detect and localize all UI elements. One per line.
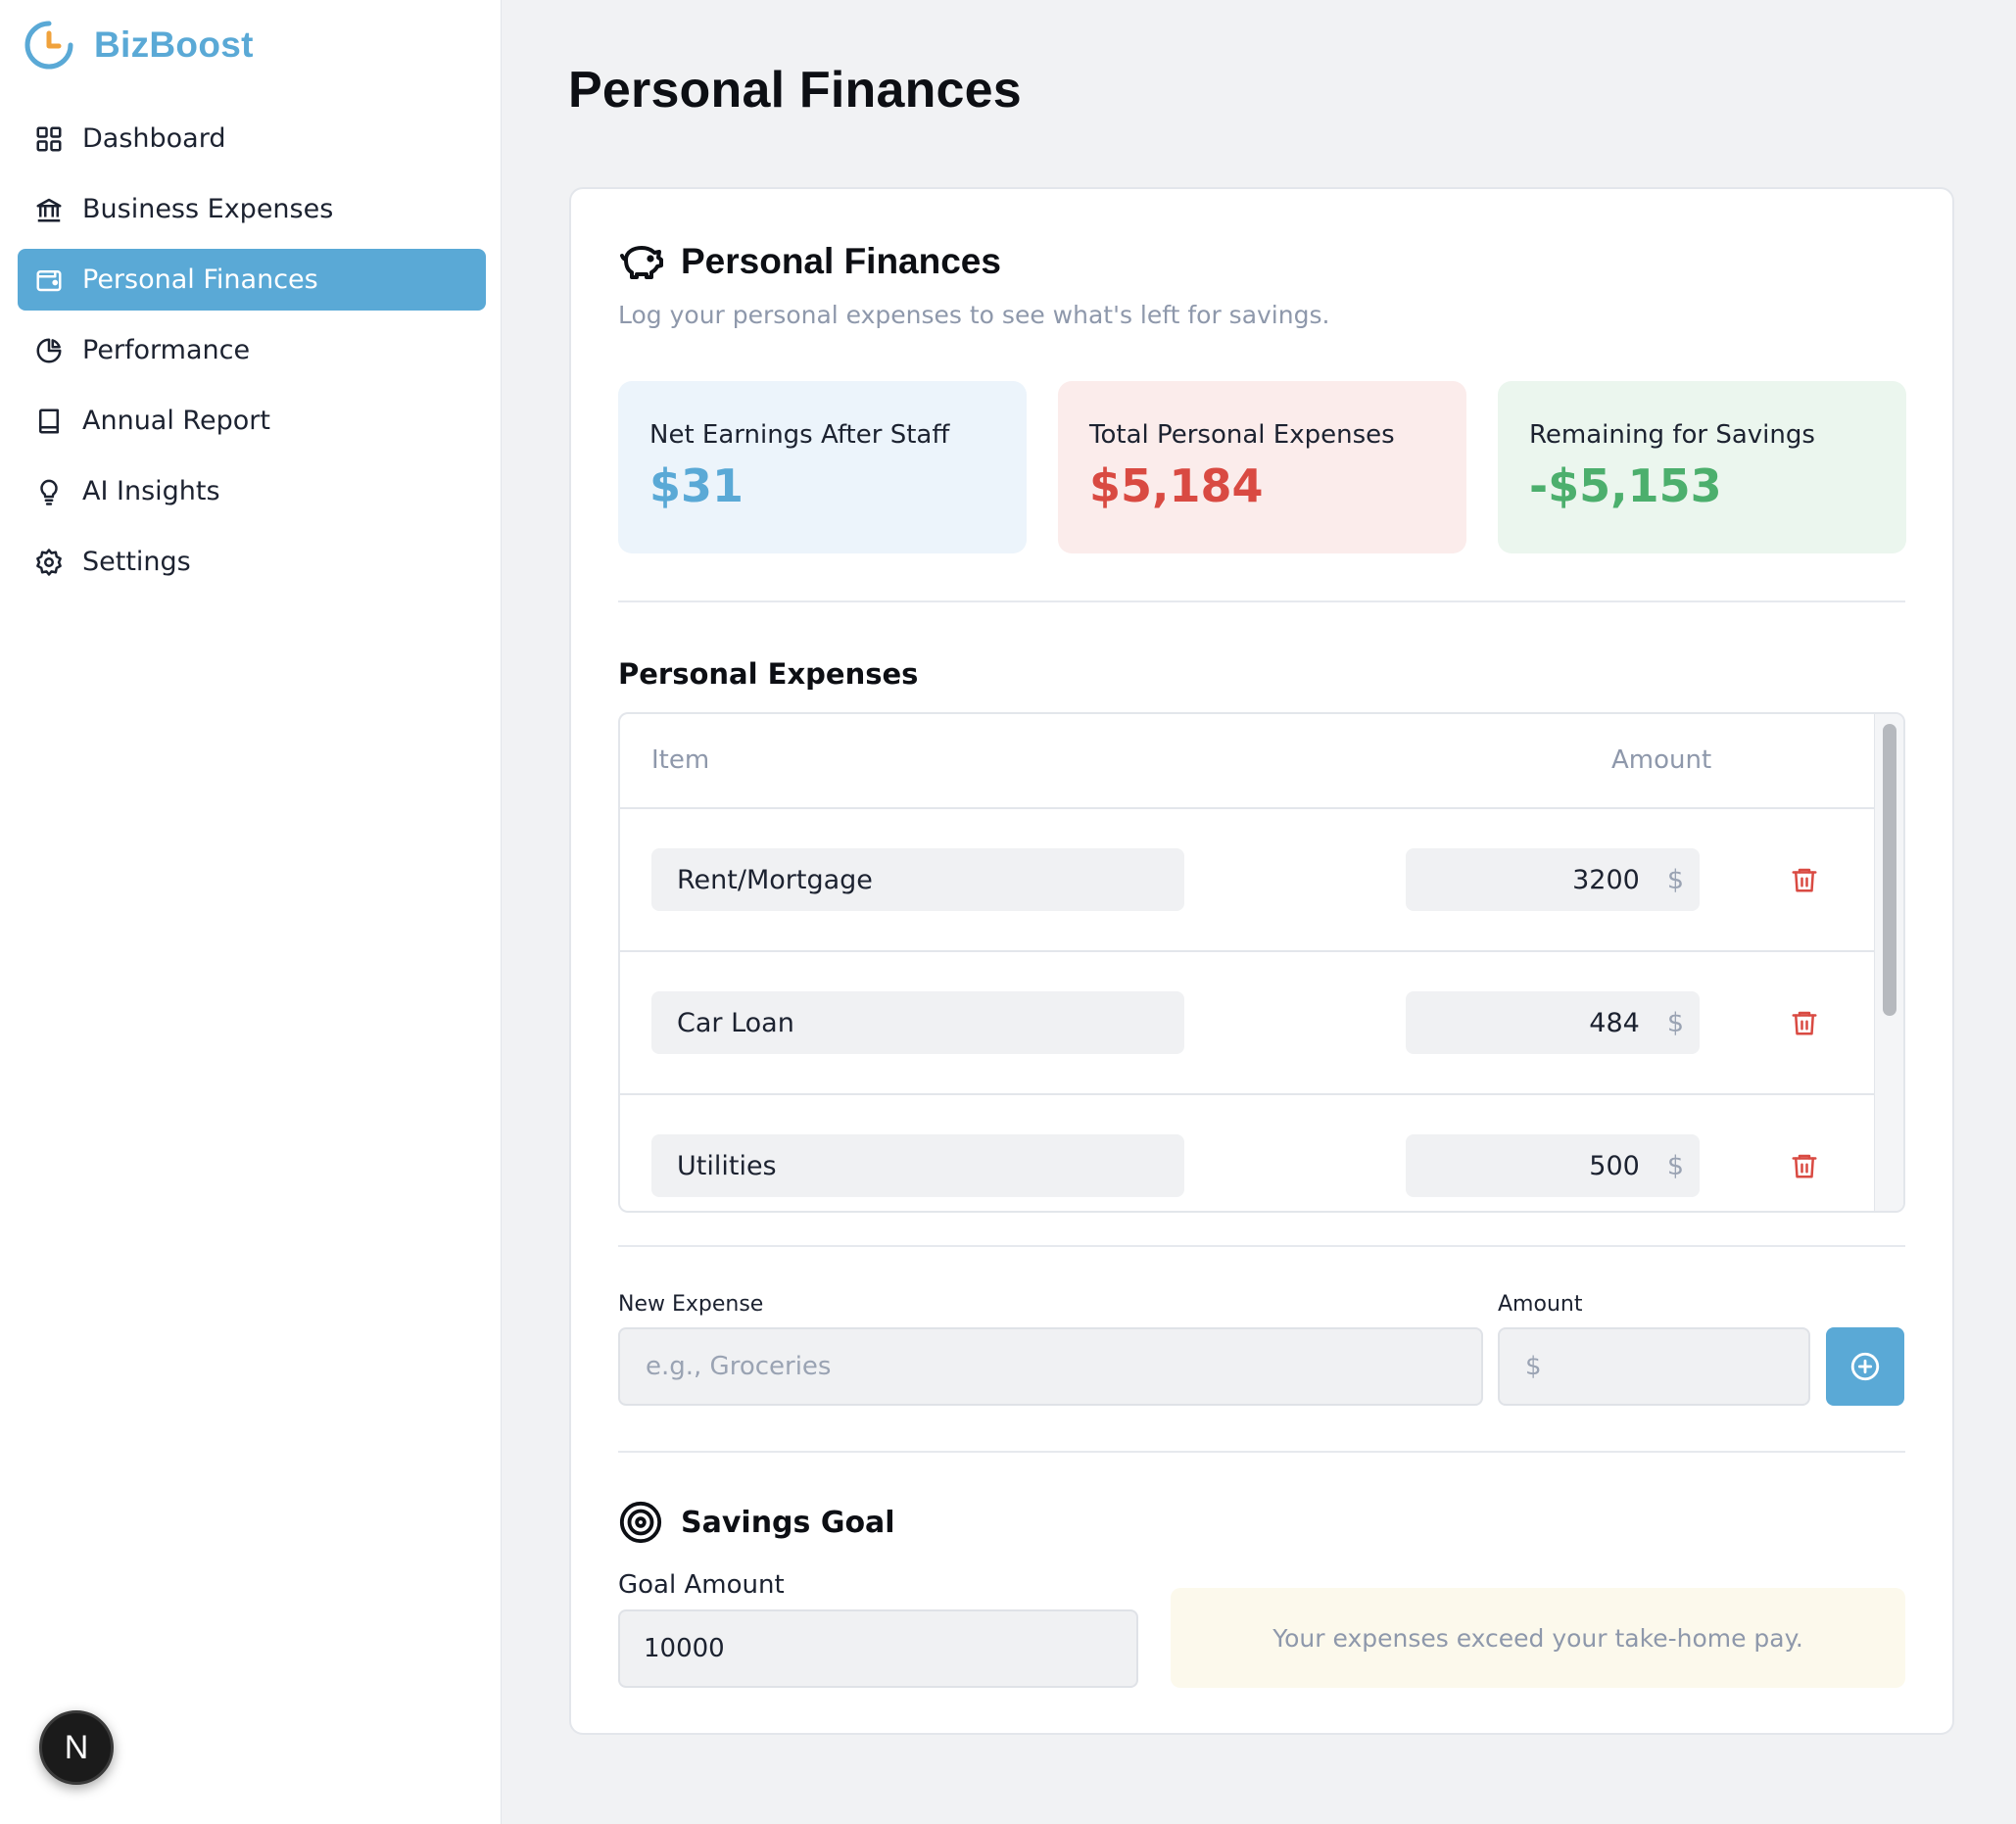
trash-icon bbox=[1792, 868, 1817, 892]
pie-chart-icon bbox=[33, 335, 65, 366]
card-subtitle: Log your personal expenses to see what's… bbox=[618, 301, 1330, 329]
stat-label: Remaining for Savings bbox=[1529, 420, 1815, 450]
sidebar-item-business-expenses[interactable]: Business Expenses bbox=[18, 178, 486, 240]
trash-icon bbox=[1792, 1154, 1817, 1178]
personal-finances-card: Personal Finances Log your personal expe… bbox=[569, 187, 1954, 1735]
sidebar-item-performance[interactable]: Performance bbox=[18, 319, 486, 381]
new-expense-input[interactable] bbox=[618, 1327, 1483, 1406]
stat-value: $31 bbox=[649, 459, 744, 512]
delete-button[interactable] bbox=[1790, 864, 1821, 897]
next-dev-badge[interactable]: N bbox=[39, 1710, 114, 1785]
divider bbox=[618, 1245, 1905, 1247]
sidebar-item-label: Personal Finances bbox=[82, 264, 318, 295]
table-scrollbar[interactable] bbox=[1874, 714, 1903, 1211]
sidebar-item-label: Annual Report bbox=[82, 406, 270, 436]
savings-warning-message: Your expenses exceed your take-home pay. bbox=[1171, 1588, 1905, 1688]
sidebar-item-dashboard[interactable]: Dashboard bbox=[18, 108, 486, 169]
amount-value: 500 bbox=[1589, 1150, 1640, 1181]
sidebar-item-label: AI Insights bbox=[82, 476, 220, 506]
sidebar-item-label: Business Expenses bbox=[82, 194, 334, 224]
sidebar-item-label: Settings bbox=[82, 547, 191, 577]
currency-symbol: $ bbox=[1666, 1150, 1684, 1181]
expense-amount-input[interactable]: 484 $ bbox=[1406, 991, 1700, 1054]
gear-icon bbox=[33, 547, 65, 578]
target-icon bbox=[619, 1501, 662, 1544]
divider bbox=[618, 1451, 1905, 1453]
logo[interactable]: BizBoost bbox=[22, 16, 254, 74]
stat-remaining-savings: Remaining for Savings -$5,153 bbox=[1498, 381, 1906, 553]
grid-icon bbox=[33, 123, 65, 155]
column-header-amount: Amount bbox=[1611, 745, 1712, 775]
currency-symbol: $ bbox=[1666, 864, 1684, 895]
goal-amount-input[interactable] bbox=[618, 1609, 1138, 1688]
sidebar-nav: Dashboard Business Expenses Personal Fin… bbox=[18, 108, 486, 601]
sidebar-item-label: Performance bbox=[82, 335, 251, 365]
clock-logo-icon bbox=[24, 21, 73, 70]
stat-label: Net Earnings After Staff bbox=[649, 420, 950, 450]
divider bbox=[618, 600, 1905, 602]
piggy-bank-icon bbox=[620, 246, 663, 279]
savings-goal-title: Savings Goal bbox=[681, 1505, 895, 1540]
expenses-table: Item Amount Rent/Mortgage 3200 $ Car Loa… bbox=[618, 712, 1905, 1213]
lightbulb-icon bbox=[33, 476, 65, 507]
table-header: Item Amount bbox=[620, 714, 1876, 809]
amount-value: 484 bbox=[1589, 1007, 1640, 1038]
column-header-item: Item bbox=[651, 745, 710, 775]
savings-goal-header: Savings Goal bbox=[618, 1500, 895, 1545]
expense-name-input[interactable]: Rent/Mortgage bbox=[651, 848, 1184, 911]
stat-value: -$5,153 bbox=[1529, 459, 1722, 512]
stat-total-personal-expenses: Total Personal Expenses $5,184 bbox=[1058, 381, 1466, 553]
new-expense-label: New Expense bbox=[618, 1292, 764, 1317]
card-header: Personal Finances bbox=[618, 238, 1001, 285]
delete-button[interactable] bbox=[1790, 1150, 1821, 1183]
app-window: BizBoost Dashboard Business Expenses Per… bbox=[0, 0, 2016, 1824]
book-icon bbox=[33, 406, 65, 437]
table-row: Rent/Mortgage 3200 $ bbox=[620, 809, 1876, 952]
table-row: Car Loan 484 $ bbox=[620, 952, 1876, 1095]
sidebar-item-label: Dashboard bbox=[82, 123, 226, 154]
new-amount-input[interactable] bbox=[1498, 1327, 1810, 1406]
amount-value: 3200 bbox=[1572, 864, 1640, 895]
currency-symbol: $ bbox=[1666, 1007, 1684, 1038]
app-name: BizBoost bbox=[94, 24, 254, 65]
goal-amount-label: Goal Amount bbox=[618, 1570, 785, 1600]
table-row: Utilities 500 $ bbox=[620, 1095, 1876, 1211]
sidebar-item-ai-insights[interactable]: AI Insights bbox=[18, 460, 486, 522]
scrollbar-thumb[interactable] bbox=[1883, 724, 1896, 1016]
delete-button[interactable] bbox=[1790, 1007, 1821, 1040]
bank-icon bbox=[33, 194, 65, 225]
stat-label: Total Personal Expenses bbox=[1089, 420, 1395, 450]
expense-name-input[interactable]: Utilities bbox=[651, 1134, 1184, 1197]
sidebar: BizBoost Dashboard Business Expenses Per… bbox=[0, 0, 502, 1824]
page-title: Personal Finances bbox=[568, 62, 1022, 119]
sidebar-item-settings[interactable]: Settings bbox=[18, 531, 486, 593]
expense-name-input[interactable]: Car Loan bbox=[651, 991, 1184, 1054]
plus-circle-icon bbox=[1850, 1352, 1880, 1381]
stat-net-earnings: Net Earnings After Staff $31 bbox=[618, 381, 1027, 553]
sidebar-item-personal-finances[interactable]: Personal Finances bbox=[18, 249, 486, 311]
stat-value: $5,184 bbox=[1089, 459, 1264, 512]
sidebar-item-annual-report[interactable]: Annual Report bbox=[18, 390, 486, 452]
expense-amount-input[interactable]: 3200 $ bbox=[1406, 848, 1700, 911]
card-title: Personal Finances bbox=[681, 241, 1001, 281]
expense-amount-input[interactable]: 500 $ bbox=[1406, 1134, 1700, 1197]
trash-icon bbox=[1792, 1011, 1817, 1035]
expenses-section-title: Personal Expenses bbox=[618, 657, 919, 691]
new-amount-label: Amount bbox=[1498, 1292, 1583, 1317]
wallet-icon bbox=[33, 264, 65, 296]
add-expense-button[interactable] bbox=[1826, 1327, 1904, 1406]
